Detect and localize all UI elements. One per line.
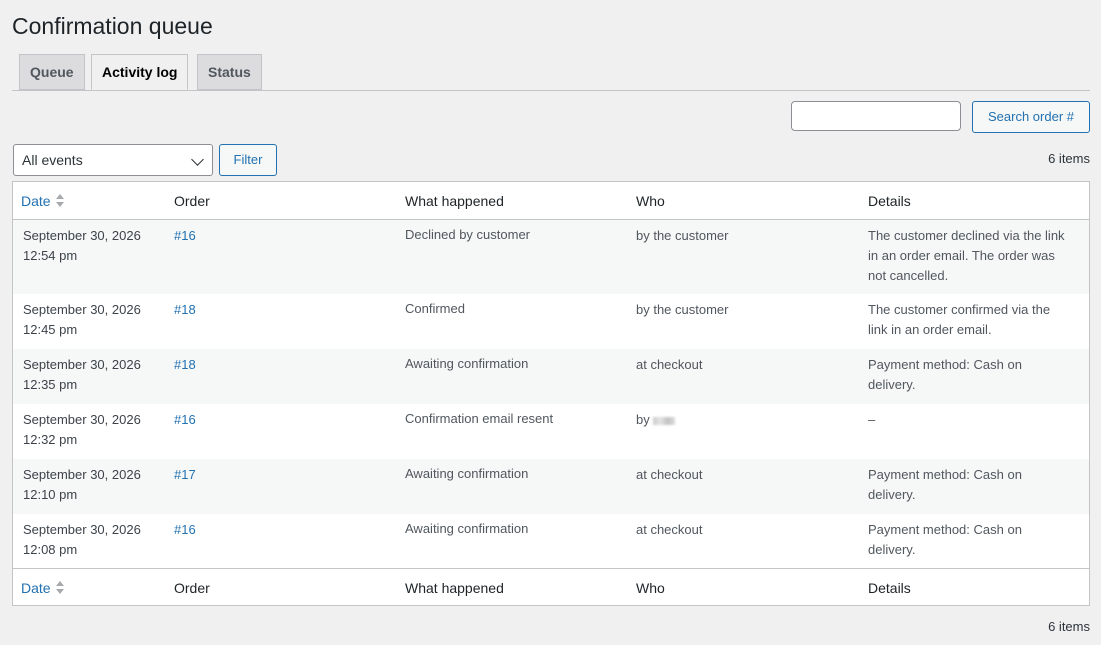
- column-date-label: Date: [21, 580, 51, 596]
- details-cell: Payment method: Cash on delivery.: [868, 465, 1083, 505]
- time-text: 12:08 pm: [23, 542, 78, 557]
- who-text: by: [636, 412, 650, 427]
- date-cell: September 30, 2026 12:45 pm: [23, 300, 163, 340]
- redacted-username: [653, 416, 676, 425]
- filter-button[interactable]: Filter: [219, 144, 277, 176]
- details-line: Payment method: Cash on: [868, 522, 1022, 537]
- sort-icon: [55, 194, 65, 208]
- column-what-happened: What happened: [405, 193, 504, 209]
- table-header: Date Order What happened Who Details: [13, 182, 1089, 220]
- details-line: delivery.: [868, 542, 916, 557]
- event-text: Confirmed: [405, 301, 465, 316]
- table-footer: Date Order What happened Who Details: [13, 568, 1089, 605]
- date-text: September 30, 2026: [23, 412, 141, 427]
- who-text: by the customer: [636, 228, 729, 243]
- event-filter-select[interactable]: All events: [13, 144, 213, 176]
- table-row: September 30, 2026 12:08 pm #16 Awaiting co…: [13, 514, 1089, 568]
- column-details: Details: [868, 193, 911, 209]
- column-order-footer: Order: [174, 580, 210, 596]
- details-line: in an order email. The order was: [868, 248, 1055, 263]
- date-cell: September 30, 2026 12:32 pm: [23, 410, 163, 450]
- date-text: September 30, 2026: [23, 302, 141, 317]
- who-text: at checkout: [636, 522, 703, 537]
- activity-log-table: Date Order What happened Who Details Sep…: [12, 181, 1090, 606]
- time-text: 12:45 pm: [23, 322, 78, 337]
- table-row: September 30, 2026 12:35 pm #18 Awaiting co…: [13, 349, 1089, 404]
- details-line: –: [868, 412, 876, 427]
- details-line: link in an order email.: [868, 322, 992, 337]
- date-cell: September 30, 2026 12:35 pm: [23, 355, 163, 395]
- date-text: September 30, 2026: [23, 357, 141, 372]
- event-text: Awaiting confirmation: [405, 521, 529, 536]
- table-row: September 30, 2026 12:54 pm #16 Declined by…: [13, 220, 1089, 294]
- tab-queue[interactable]: Queue: [19, 54, 85, 90]
- who-cell: by the customer: [636, 300, 856, 320]
- column-who-footer: Who: [636, 580, 665, 596]
- who-cell: at checkout: [636, 520, 856, 540]
- table-row: September 30, 2026 12:45 pm #18 Confirmed by…: [13, 294, 1089, 349]
- column-details-footer: Details: [868, 580, 911, 596]
- who-cell: by the customer: [636, 226, 856, 246]
- item-count-top: 6 items: [1048, 151, 1090, 166]
- page-title: Confirmation queue: [12, 13, 213, 39]
- time-text: 12:54 pm: [23, 248, 78, 263]
- date-text: September 30, 2026: [23, 467, 141, 482]
- chevron-down-icon: [191, 153, 204, 166]
- order-link[interactable]: #16: [174, 410, 196, 430]
- search-input[interactable]: [791, 101, 961, 131]
- order-link[interactable]: #18: [174, 300, 196, 320]
- column-date-sortable-footer[interactable]: Date: [21, 578, 65, 598]
- time-text: 12:35 pm: [23, 377, 78, 392]
- details-line: The customer declined via the link: [868, 228, 1065, 243]
- who-text: at checkout: [636, 357, 703, 372]
- event-filter-selected: All events: [22, 152, 83, 168]
- who-cell: at checkout: [636, 355, 856, 375]
- order-link[interactable]: #17: [174, 465, 196, 485]
- details-cell: –: [868, 410, 1083, 430]
- details-line: Payment method: Cash on: [868, 357, 1022, 372]
- event-text: Declined by customer: [405, 227, 530, 242]
- time-text: 12:10 pm: [23, 487, 78, 502]
- order-link[interactable]: #16: [174, 226, 196, 246]
- event-text: Awaiting confirmation: [405, 466, 529, 481]
- item-count-bottom: 6 items: [1048, 619, 1090, 634]
- column-what-happened-footer: What happened: [405, 580, 504, 596]
- tab-bar: Queue Activity log Status: [12, 54, 1090, 91]
- who-cell: at checkout: [636, 465, 856, 485]
- details-line: delivery.: [868, 487, 916, 502]
- date-cell: September 30, 2026 12:10 pm: [23, 465, 163, 505]
- order-link[interactable]: #16: [174, 520, 196, 540]
- who-cell: by: [636, 410, 856, 430]
- details-line: The customer confirmed via the: [868, 302, 1051, 317]
- details-cell: Payment method: Cash on delivery.: [868, 355, 1083, 395]
- date-text: September 30, 2026: [23, 522, 141, 537]
- details-cell: The customer confirmed via the link in an…: [868, 300, 1083, 340]
- order-link[interactable]: #18: [174, 355, 196, 375]
- who-text: at checkout: [636, 467, 703, 482]
- tab-activity-log[interactable]: Activity log: [91, 54, 189, 90]
- date-cell: September 30, 2026 12:54 pm: [23, 226, 163, 266]
- tab-status[interactable]: Status: [197, 54, 262, 90]
- details-cell: The customer declined via the link in an …: [868, 226, 1083, 286]
- time-text: 12:32 pm: [23, 432, 78, 447]
- event-text: Confirmation email resent: [405, 411, 554, 426]
- search-order-button[interactable]: Search order #: [972, 101, 1090, 133]
- date-text: September 30, 2026: [23, 228, 141, 243]
- date-cell: September 30, 2026 12:08 pm: [23, 520, 163, 560]
- details-line: Payment method: Cash on: [868, 467, 1022, 482]
- event-text: Awaiting confirmation: [405, 356, 529, 371]
- table-row: September 30, 2026 12:10 pm #17 Awaiting co…: [13, 459, 1089, 514]
- column-who: Who: [636, 193, 665, 209]
- who-text: by the customer: [636, 302, 729, 317]
- details-cell: Payment method: Cash on delivery.: [868, 520, 1083, 560]
- column-date-sortable[interactable]: Date: [21, 191, 65, 211]
- column-date-label: Date: [21, 193, 51, 209]
- table-row: September 30, 2026 12:32 pm #16 Confirmatio…: [13, 404, 1089, 459]
- details-line: not cancelled.: [868, 268, 949, 283]
- details-line: delivery.: [868, 377, 916, 392]
- sort-icon: [55, 581, 65, 595]
- column-order: Order: [174, 193, 210, 209]
